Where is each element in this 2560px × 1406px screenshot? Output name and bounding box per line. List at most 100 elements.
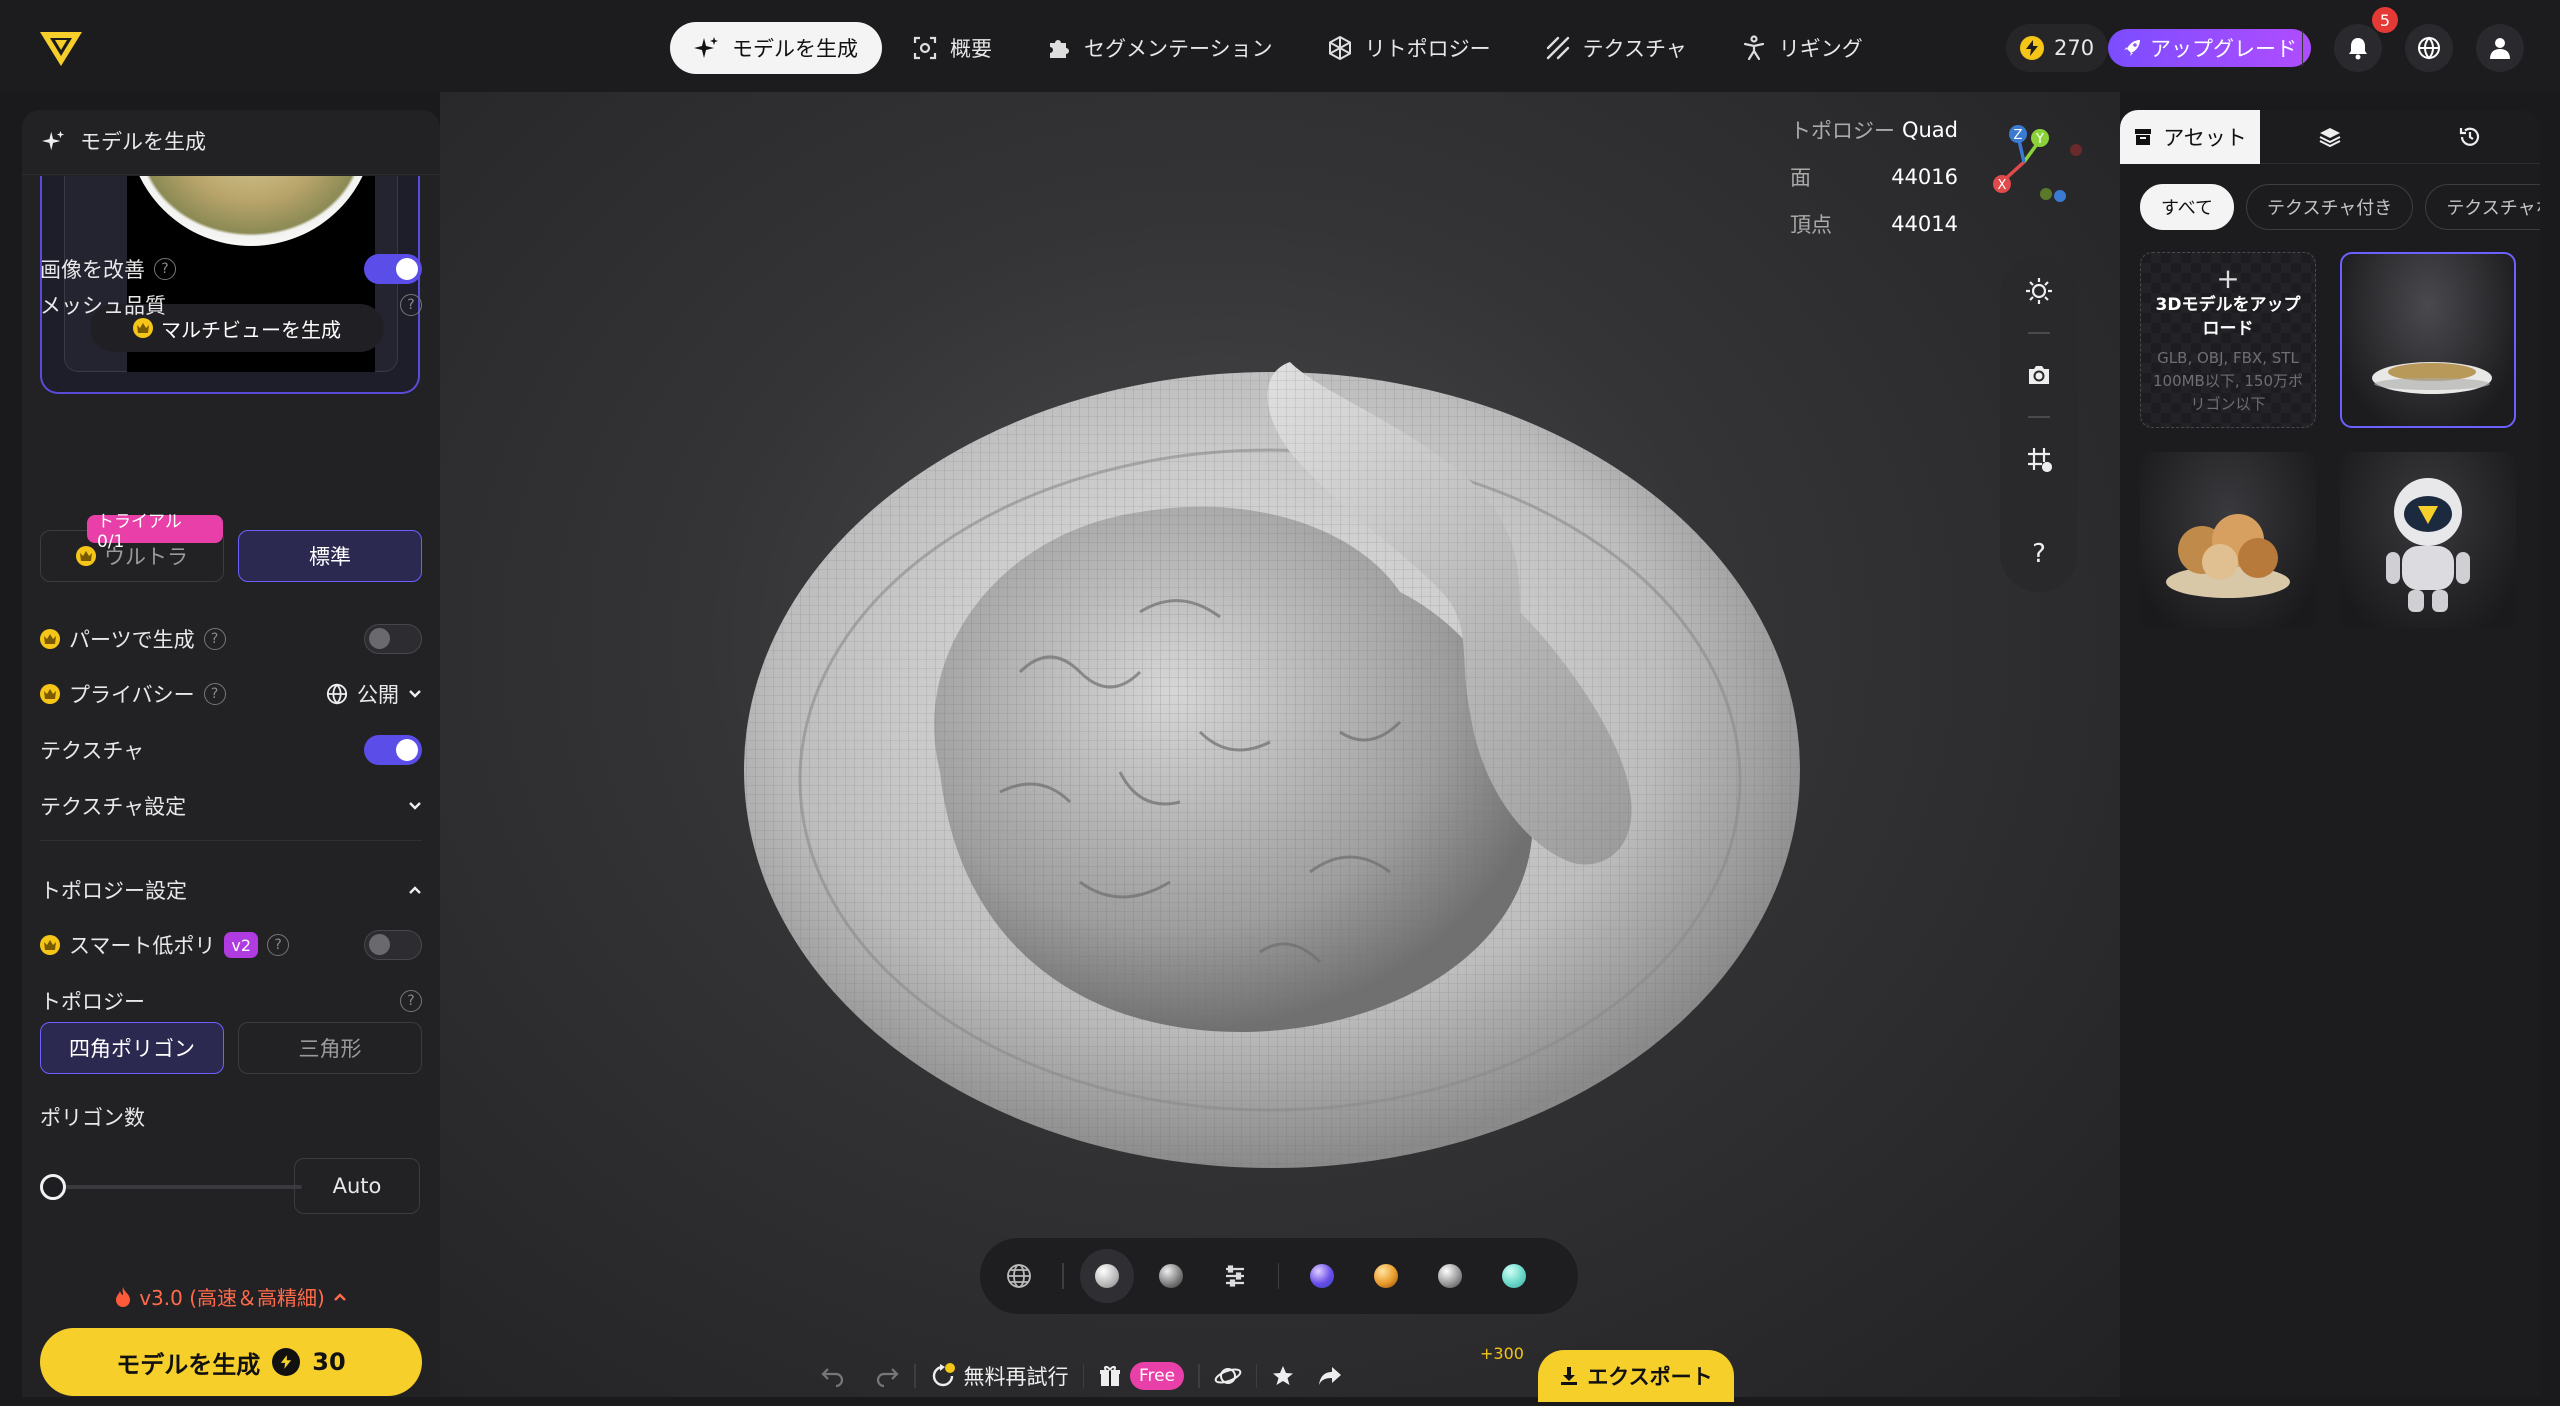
notifications-button[interactable] (2334, 24, 2382, 72)
texture-settings-header[interactable]: テクスチャ設定 (40, 791, 422, 821)
help-icon[interactable]: ? (267, 934, 290, 956)
gift-button[interactable]: Free (1098, 1362, 1185, 1390)
poly-count-label: ポリゴン数 (40, 1106, 145, 1130)
matcap-cyan[interactable] (1487, 1249, 1541, 1303)
filter-all[interactable]: すべて (2140, 184, 2235, 230)
divider (914, 1364, 916, 1388)
light-icon[interactable] (2024, 276, 2054, 306)
render-settings-button[interactable] (1208, 1249, 1262, 1303)
figure-icon (1743, 35, 1764, 61)
redo-icon (876, 1368, 899, 1387)
clay-gray-icon (1158, 1264, 1183, 1288)
nav-rigging[interactable]: リギング (1717, 22, 1887, 74)
stat-label: 頂点 (1790, 212, 1832, 237)
wireframe-icon (1007, 1264, 1031, 1288)
language-button[interactable] (2405, 24, 2453, 72)
help-icon[interactable]: ? (400, 990, 422, 1012)
share-button[interactable] (1317, 1365, 1343, 1387)
upload-3d-model-tile[interactable]: + 3Dモデルをアップロード GLB, OBJ, FBX, STL 100MB以… (2140, 252, 2316, 428)
upgrade-button[interactable]: アップグレード (2108, 29, 2311, 67)
camera-reset-icon[interactable] (2024, 360, 2054, 390)
account-button[interactable] (2476, 24, 2524, 72)
help-icon[interactable]: ? (2024, 538, 2054, 568)
matcap-purple[interactable] (1295, 1249, 1349, 1303)
mesh-quality-row: メッシュ品質 ? (40, 290, 422, 320)
divider (1198, 1364, 1200, 1388)
asset-thumbnail-food[interactable] (2140, 452, 2316, 628)
poly-count-slider-track[interactable] (54, 1185, 302, 1189)
redo-button[interactable] (874, 1365, 900, 1387)
model-version-selector[interactable]: v3.0 (高速＆高精細) (22, 1282, 440, 1311)
divider (2028, 332, 2050, 334)
poly-count-input[interactable]: Auto (294, 1158, 420, 1214)
main-nav: モデルを生成 概要 セグメンテーション リトポロジー テクスチャ リギング (670, 22, 1887, 74)
generate-model-button[interactable]: モデルを生成 30 (40, 1328, 422, 1396)
filter-textured[interactable]: テクスチャ付き (2246, 184, 2414, 230)
nav-overview[interactable]: 概要 (888, 22, 1016, 74)
poly-count-slider-handle[interactable] (40, 1174, 66, 1200)
quality-ultra-button[interactable]: トライアル 0/1 ウルトラ (40, 512, 224, 582)
privacy-dropdown[interactable]: 公開 (326, 679, 422, 709)
filter-untextured[interactable]: テクスチャなし (2425, 184, 2540, 230)
quality-standard-button[interactable]: 標準 (238, 530, 422, 582)
asset-thumbnail-dish[interactable] (2340, 252, 2516, 428)
privacy-row: プライバシー? 公開 (40, 679, 422, 709)
smart-lowpoly-row: スマート低ポリ v2? (40, 930, 422, 960)
help-icon[interactable]: ? (203, 628, 226, 650)
nav-label: テクスチャ (1582, 37, 1687, 61)
help-icon[interactable]: ? (203, 683, 226, 705)
nav-label: リトポロジー (1364, 37, 1491, 61)
matcap-silver[interactable] (1423, 1249, 1477, 1303)
nav-retopology[interactable]: リトポロジー (1303, 22, 1515, 74)
asset-thumbnail-robot[interactable] (2340, 452, 2516, 628)
topology-quad-button[interactable]: 四角ポリゴン (40, 1022, 224, 1074)
stat-label: 面 (1790, 165, 1811, 190)
stat-value: 44016 (1891, 164, 1958, 189)
topology-triangle-button[interactable]: 三角形 (238, 1022, 422, 1074)
privacy-value: 公開 (357, 683, 399, 707)
matcap-cyan-icon (1502, 1264, 1526, 1288)
generate-cost: 30 (312, 1348, 346, 1376)
version-label: v3.0 (高速＆高精細) (139, 1286, 325, 1310)
topology-settings-header[interactable]: トポロジー設定 (40, 875, 422, 905)
sparkle-icon (694, 37, 718, 58)
parts-toggle[interactable] (364, 624, 422, 654)
help-icon[interactable]: ? (154, 258, 176, 280)
export-button[interactable]: エクスポート (1538, 1350, 1734, 1402)
tab-assets[interactable]: アセット (2120, 110, 2260, 164)
nav-texture[interactable]: テクスチャ (1521, 22, 1711, 74)
notification-badge: 5 (2372, 7, 2398, 33)
image-preview-card[interactable]: マルチビューを生成 (40, 176, 420, 394)
quad-label: 四角ポリゴン (69, 1037, 195, 1061)
improve-image-toggle[interactable] (364, 254, 422, 284)
free-retry-button[interactable]: 無料再試行 (930, 1361, 1069, 1391)
favorite-button[interactable] (1271, 1364, 1295, 1388)
mode-clay-gray[interactable] (1144, 1249, 1198, 1303)
undo-icon (821, 1368, 844, 1387)
nav-generate-model[interactable]: モデルを生成 (670, 22, 882, 74)
crown-icon (76, 546, 96, 566)
credits-display[interactable]: 270 (2006, 24, 2109, 72)
smart-lowpoly-toggle[interactable] (364, 930, 422, 960)
help-icon[interactable]: ? (400, 294, 422, 316)
grid-toggle-icon[interactable] (2024, 444, 2054, 474)
nav-segmentation[interactable]: セグメンテーション (1022, 22, 1297, 74)
axis-gizmo[interactable]: X Y Z (1978, 116, 2098, 216)
app-logo[interactable] (38, 28, 84, 68)
undo-button[interactable] (820, 1365, 846, 1387)
mode-clay-white[interactable] (1079, 1249, 1134, 1303)
retry-icon (932, 1363, 955, 1387)
upgrade-label: アップグレード (2150, 37, 2297, 61)
tab-history[interactable] (2400, 110, 2540, 164)
plus-icon: + (2216, 262, 2240, 295)
globe-icon (326, 683, 348, 705)
3d-viewport[interactable] (440, 92, 2120, 1397)
wireframe-toggle[interactable] (992, 1249, 1046, 1303)
trial-badge: トライアル 0/1 (87, 512, 223, 552)
tab-layers[interactable] (2260, 110, 2400, 164)
orbit-button[interactable] (1214, 1363, 1242, 1389)
texture-toggle[interactable] (364, 735, 422, 765)
matcap-orange[interactable] (1359, 1249, 1413, 1303)
generate-panel: モデルを生成 マルチビューを生成 画像を改善? メッシュ品質 ? トライアル 0… (22, 110, 440, 1397)
matcap-orange-icon (1374, 1264, 1398, 1288)
